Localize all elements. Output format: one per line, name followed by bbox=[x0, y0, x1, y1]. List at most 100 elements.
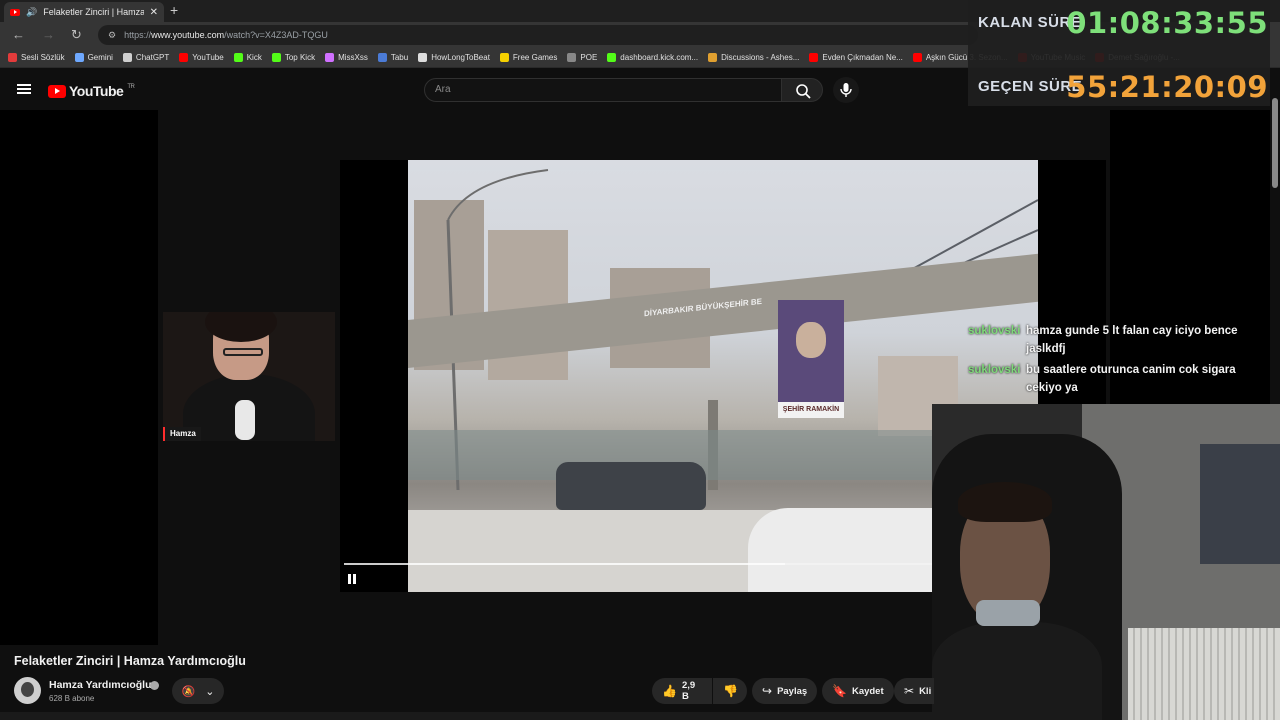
share-icon: ↪ bbox=[762, 684, 773, 698]
bookmark-item[interactable]: Discussions - Ashes... bbox=[708, 53, 799, 62]
bookmark-favicon-icon bbox=[74, 53, 84, 62]
new-tab-icon[interactable]: + bbox=[170, 2, 178, 18]
save-button[interactable]: 🔖 Kaydet bbox=[822, 678, 894, 704]
scissors-icon: ✂ bbox=[904, 684, 915, 698]
voice-search-button[interactable] bbox=[833, 77, 859, 103]
thumbs-up-icon: 👍 bbox=[662, 684, 677, 698]
bookmark-item[interactable]: MissXss bbox=[325, 53, 368, 62]
scrollbar-thumb[interactable] bbox=[1272, 98, 1278, 188]
bookmark-label: YouTube bbox=[192, 53, 224, 62]
bookmark-item[interactable]: ChatGPT bbox=[122, 53, 170, 62]
address-bar[interactable]: ⚙ https://www.youtube.com/watch?v=X4Z3AD… bbox=[98, 25, 978, 45]
like-count: 2,9 B bbox=[681, 680, 696, 702]
bookmark-label: Discussions - Ashes... bbox=[721, 53, 800, 62]
bookmark-favicon-icon bbox=[179, 53, 189, 62]
site-info-icon[interactable]: ⚙ bbox=[108, 30, 116, 41]
radiator bbox=[1128, 628, 1280, 720]
bell-off-icon: 🔕 bbox=[181, 685, 196, 698]
chat-username[interactable]: suklovski bbox=[968, 361, 1020, 379]
bookmark-favicon-icon bbox=[708, 53, 718, 62]
bookmark-label: POE bbox=[580, 53, 598, 62]
bookmark-label: HowLongToBeat bbox=[431, 53, 490, 62]
bookmark-item[interactable]: Sesli Sözlük bbox=[8, 53, 65, 62]
bookmark-item[interactable]: Top Kick bbox=[271, 53, 316, 62]
browser-tab[interactable]: 🔊 Felaketler Zinciri | Hamza Yardımcıoğl… bbox=[4, 2, 164, 22]
webcam-overlay-main bbox=[932, 404, 1280, 720]
room-window bbox=[1200, 444, 1280, 564]
chat-text: hamza gunde 5 lt falan cay iciyo bence j… bbox=[1026, 325, 1238, 355]
menu-icon[interactable] bbox=[17, 84, 31, 94]
youtube-logo-text: YouTube bbox=[69, 83, 124, 99]
bookmark-favicon-icon bbox=[418, 53, 428, 62]
clip-button[interactable]: ✂ Kli bbox=[894, 678, 934, 704]
bookmark-favicon-icon bbox=[8, 53, 17, 62]
progress-bar-played[interactable] bbox=[344, 563, 785, 565]
bookmark-label: Tabu bbox=[390, 53, 409, 62]
chat-overlay: suklovski hamza gunde 5 lt falan cay iciy… bbox=[968, 322, 1274, 400]
youtube-favicon-icon bbox=[10, 8, 20, 16]
bookmark-favicon-icon bbox=[122, 53, 132, 62]
bookmark-item[interactable]: YouTube bbox=[179, 53, 224, 62]
bookmark-favicon-icon bbox=[567, 53, 577, 62]
search-input[interactable]: Ara bbox=[424, 78, 782, 102]
youtube-play-icon bbox=[48, 84, 66, 98]
bookmark-item[interactable]: POE bbox=[567, 53, 597, 62]
bookmark-item[interactable]: Free Games bbox=[499, 53, 557, 62]
description-box-edge bbox=[0, 712, 932, 720]
bookmark-item[interactable]: HowLongToBeat bbox=[418, 53, 490, 62]
youtube-logo[interactable]: YouTube TR bbox=[48, 83, 135, 99]
bookmark-favicon-icon bbox=[499, 53, 509, 62]
share-button[interactable]: ↪ Paylaş bbox=[752, 678, 818, 704]
bookmark-favicon-icon bbox=[912, 53, 922, 62]
pause-icon[interactable] bbox=[347, 574, 357, 584]
bookmark-icon: 🔖 bbox=[832, 684, 847, 698]
microphone-icon bbox=[976, 600, 1040, 626]
microphone-icon bbox=[235, 400, 255, 440]
bookmark-item[interactable]: dashboard.kick.com... bbox=[607, 53, 698, 62]
bookmark-label: Evden Çıkmadan Ne... bbox=[822, 53, 903, 62]
bookmark-label: Top Kick bbox=[284, 53, 316, 62]
search-icon bbox=[796, 84, 811, 99]
chat-username[interactable]: suklovski bbox=[968, 322, 1020, 340]
bridge-sign: DİYARBAKIR BÜYÜKŞEHİR BE bbox=[644, 296, 762, 319]
channel-name[interactable]: Hamza Yardımcıoğlu bbox=[49, 679, 152, 691]
bookmark-label: dashboard.kick.com... bbox=[620, 53, 699, 62]
bookmark-label: Kick bbox=[246, 53, 262, 62]
banner-portrait bbox=[796, 322, 826, 358]
notification-button[interactable]: 🔕 ⌄ bbox=[172, 678, 224, 704]
like-button[interactable]: 👍 2,9 B bbox=[652, 678, 712, 704]
bookmark-favicon-icon bbox=[377, 53, 387, 62]
protest-banner: ŞEHİR RAMAKİN bbox=[778, 300, 844, 418]
bookmark-label: MissXss bbox=[338, 53, 368, 62]
thumbs-down-icon: 👎 bbox=[723, 684, 738, 698]
speaker-icon[interactable]: 🔊 bbox=[26, 7, 37, 18]
bookmark-item[interactable]: Kick bbox=[233, 53, 262, 62]
microphone-icon bbox=[840, 83, 852, 97]
forward-icon[interactable]: → bbox=[42, 27, 55, 42]
clip-label: Kli bbox=[919, 685, 932, 697]
bookmark-item[interactable]: Tabu bbox=[377, 53, 409, 62]
chevron-down-icon: ⌄ bbox=[205, 685, 215, 698]
reload-icon[interactable]: ↻ bbox=[71, 27, 82, 43]
stream-timer-overlay: KALAN SÜRE 01:08:33:55 GEÇEN SÜRE 55:21:… bbox=[968, 0, 1270, 106]
back-icon[interactable]: ← bbox=[12, 27, 25, 42]
save-label: Kaydet bbox=[851, 685, 884, 697]
close-tab-icon[interactable]: ✕ bbox=[150, 7, 158, 18]
share-label: Paylaş bbox=[777, 685, 808, 697]
verified-icon bbox=[150, 681, 159, 690]
bookmark-item[interactable]: Evden Çıkmadan Ne... bbox=[809, 53, 903, 62]
search-button[interactable] bbox=[781, 78, 823, 102]
bookmark-item[interactable]: Gemini bbox=[74, 53, 113, 62]
video-title: Felaketler Zinciri | Hamza Yardımcıoğlu bbox=[14, 654, 246, 668]
elapsed-time-value: 55:21:20:09 bbox=[1066, 70, 1268, 104]
bookmark-label: Gemini bbox=[87, 53, 113, 62]
url-scheme: https:// bbox=[124, 30, 152, 40]
glasses-icon bbox=[223, 348, 263, 356]
remaining-time-value: 01:08:33:55 bbox=[1066, 6, 1268, 40]
bookmark-label: ChatGPT bbox=[135, 53, 170, 62]
bookmark-favicon-icon bbox=[607, 53, 617, 62]
channel-avatar[interactable] bbox=[14, 677, 41, 704]
bookmark-favicon-icon bbox=[271, 53, 281, 62]
dislike-button[interactable]: 👎 bbox=[713, 678, 747, 704]
url-text: https://www.youtube.com/watch?v=X4Z3AD-T… bbox=[124, 30, 328, 40]
